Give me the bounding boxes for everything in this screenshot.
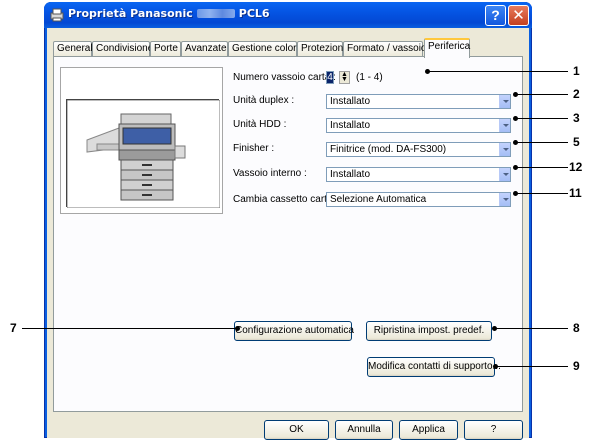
finisher-select[interactable]: Finitrice (mod. DA-FS300)	[326, 142, 511, 157]
tray-count-spinner[interactable]: ▲ ▼	[339, 71, 350, 84]
callout-line	[516, 94, 568, 95]
tab-protezione[interactable]: Protezione	[297, 41, 349, 57]
redacted-model-name	[196, 9, 235, 18]
callout-dot	[235, 326, 240, 331]
tray-count-input[interactable]: 4	[326, 71, 334, 84]
tray-count-range: (1 - 4)	[356, 72, 383, 83]
callout-3: 3	[573, 111, 580, 125]
chevron-down-icon[interactable]	[499, 119, 510, 132]
finisher-label: Finisher :	[233, 143, 275, 154]
inner-tray-select[interactable]: Installato	[326, 167, 511, 182]
callout-line	[495, 328, 568, 329]
callout-line	[516, 193, 568, 194]
callout-8: 8	[573, 321, 580, 335]
tab-formato-vassoio[interactable]: Formato / vassoio	[343, 41, 426, 57]
tab-page-periferica: Numero vassoio carta : 4 ▲ ▼ (1 - 4) Unit…	[53, 56, 523, 412]
cassette-change-select[interactable]: Selezione Automatica	[326, 192, 511, 207]
dialog-help-button[interactable]: ?	[464, 420, 523, 440]
cassette-change-label: Cambia cassetto carta :	[233, 194, 339, 205]
callout-line	[428, 71, 568, 72]
callout-11: 11	[569, 186, 582, 200]
callout-9: 9	[573, 359, 580, 373]
callout-line	[516, 167, 568, 168]
chevron-down-icon[interactable]	[499, 193, 510, 206]
callout-line	[516, 118, 568, 119]
hdd-label: Unità HDD :	[233, 119, 287, 130]
inner-tray-label: Vassoio interno :	[233, 168, 307, 179]
restore-defaults-button[interactable]: Ripristina impost. predef.	[366, 321, 492, 341]
chevron-down-icon[interactable]	[499, 95, 510, 108]
callout-line	[516, 142, 568, 143]
apply-button[interactable]: Applica	[399, 420, 458, 440]
callout-7: 7	[10, 321, 17, 335]
tab-condivisione[interactable]: Condivisione	[92, 41, 153, 57]
ok-button[interactable]: OK	[264, 420, 329, 440]
callout-5: 5	[573, 135, 580, 149]
callout-12: 12	[569, 160, 583, 174]
tray-count-label: Numero vassoio carta :	[233, 72, 336, 83]
copier-image	[66, 99, 221, 209]
callout-2: 2	[573, 87, 580, 101]
cancel-button[interactable]: Annulla	[335, 420, 393, 440]
tab-generale[interactable]: Generale	[53, 41, 98, 57]
dialog-client: Generale Condivisione Porte Avanzate Ges…	[47, 28, 529, 440]
window-title: Proprietà Panasonic PCL6	[68, 7, 270, 20]
callout-line	[496, 366, 568, 367]
hdd-select[interactable]: Installato	[326, 118, 511, 133]
tab-gestione-colori[interactable]: Gestione colori	[228, 41, 299, 57]
title-bar[interactable]: Proprietà Panasonic PCL6 ? ✕	[44, 2, 532, 28]
duplex-label: Unità duplex :	[233, 95, 295, 106]
tab-periferica[interactable]: Periferica	[424, 38, 470, 58]
duplex-select[interactable]: Installato	[326, 94, 511, 109]
callout-line	[22, 328, 236, 329]
device-preview	[60, 67, 223, 214]
preview-background	[66, 99, 221, 209]
tab-avanzate[interactable]: Avanzate	[181, 41, 228, 57]
chevron-down-icon[interactable]	[499, 168, 510, 181]
printer-icon	[50, 8, 64, 22]
edit-support-button[interactable]: Modifica contatti di supporto...	[367, 357, 501, 377]
tab-porte[interactable]: Porte	[150, 41, 181, 57]
auto-config-button[interactable]: Configurazione automatica	[234, 321, 354, 341]
properties-window: Proprietà Panasonic PCL6 ? ✕ Generale Con…	[44, 2, 532, 440]
chevron-down-icon[interactable]	[499, 143, 510, 156]
close-button[interactable]: ✕	[508, 5, 529, 26]
help-button[interactable]: ?	[485, 5, 506, 26]
callout-1: 1	[573, 64, 580, 78]
